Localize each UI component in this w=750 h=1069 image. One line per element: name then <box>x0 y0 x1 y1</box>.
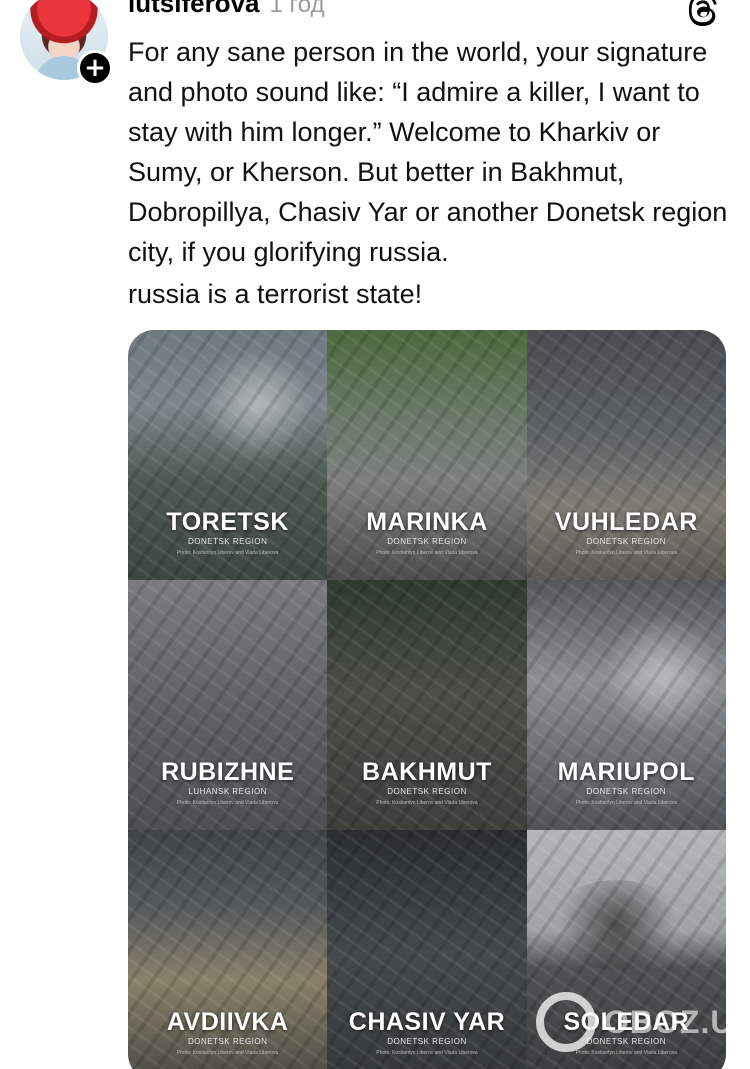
tile-city-label: MARINKA <box>366 508 488 536</box>
oboz-logo-icon <box>536 992 596 1052</box>
tile-credit: Photo: Kostiantyn Liberov and Vlada Libe… <box>376 550 478 556</box>
tile-bakhmut: BAKHMUT DONETSK REGION Photo: Kostiantyn… <box>327 580 527 830</box>
post-text-secondary: russia is a terrorist state! <box>128 279 423 309</box>
tile-region-label: DONETSK REGION <box>187 1037 268 1046</box>
tile-city-label: MARIUPOL <box>557 758 695 786</box>
watermark: OBOZ.UA <box>536 990 750 1054</box>
tile-city-label: BAKHMUT <box>362 758 492 786</box>
tile-credit: Photo: Kostiantyn Liberov and Vlada Libe… <box>575 800 678 806</box>
tile-credit: Photo: Kostiantyn Liberov and Vlada Libe… <box>376 1050 478 1056</box>
tile-city-label: VUHLEDAR <box>554 508 698 536</box>
tile-credit: Photo: Kostiantyn Liberov and Vlada Libe… <box>176 800 279 806</box>
tile-region-label: DONETSK REGION <box>387 1037 467 1046</box>
tile-city-label: RUBIZHNE <box>161 758 295 786</box>
tile-mariupol: MARIUPOL DONETSK REGION Photo: Kostianty… <box>526 580 726 830</box>
tile-chasiv-yar: CHASIV YAR DONETSK REGION Photo: Kostian… <box>327 830 527 1069</box>
tile-region-label: LUHANSK REGION <box>188 787 267 796</box>
tile-city-label: CHASIV YAR <box>348 1008 506 1036</box>
tile-credit: Photo: Kostiantyn Liberov and Vlada Libe… <box>376 800 478 806</box>
tile-region-label: DONETSK REGION <box>387 787 467 796</box>
post-header: lutsiferova 1 год <box>128 0 325 22</box>
username-link[interactable]: lutsiferova <box>128 0 260 19</box>
post-timestamp: 1 год <box>269 0 325 18</box>
threads-icon[interactable] <box>688 0 720 26</box>
tile-region-label: DONETSK REGION <box>187 537 268 546</box>
tile-toretsk: TORETSK DONETSK REGION Photo: Kostiantyn… <box>128 330 328 580</box>
tile-region-label: DONETSK REGION <box>586 787 667 796</box>
post-image-grid[interactable]: TORETSK DONETSK REGION Photo: Kostiantyn… <box>128 330 726 1069</box>
tile-city-label: TORETSK <box>166 508 289 536</box>
tile-region-label: DONETSK REGION <box>586 537 667 546</box>
tile-city-label: AVDIIVKA <box>166 1008 289 1036</box>
tile-vuhledar: VUHLEDAR DONETSK REGION Photo: Kostianty… <box>526 330 726 580</box>
tile-marinka: MARINKA DONETSK REGION Photo: Kostiantyn… <box>327 330 527 580</box>
post-body: For any sane person in the world, your s… <box>128 32 728 314</box>
follow-plus-icon[interactable]: + <box>77 50 113 86</box>
watermark-text: OBOZ.UA <box>604 1003 750 1040</box>
post-text-main: For any sane person in the world, your s… <box>128 37 728 267</box>
tile-credit: Photo: Kostiantyn Liberov and Vlada Libe… <box>176 550 279 556</box>
tile-credit: Photo: Kostiantyn Liberov and Vlada Libe… <box>176 1050 279 1056</box>
tile-avdiivka: AVDIIVKA DONETSK REGION Photo: Kostianty… <box>128 830 328 1069</box>
tile-credit: Photo: Kostiantyn Liberov and Vlada Libe… <box>575 550 678 556</box>
tile-rubizhne: RUBIZHNE LUHANSK REGION Photo: Kostianty… <box>128 580 328 830</box>
tile-region-label: DONETSK REGION <box>387 537 467 546</box>
